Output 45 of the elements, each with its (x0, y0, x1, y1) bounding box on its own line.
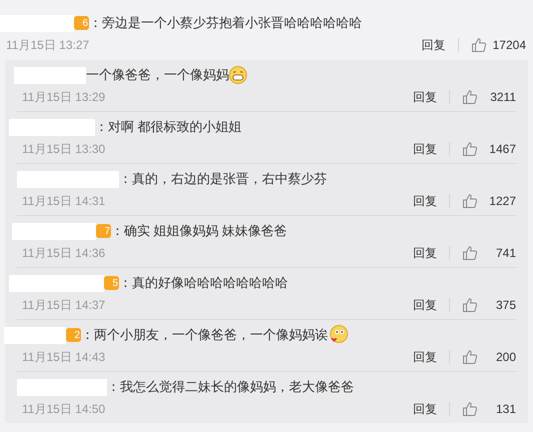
like-count: 200 (494, 349, 516, 366)
comment-text: 一个像爸爸，一个像妈妈 (86, 66, 229, 84)
comment-text: ：真的好像哈哈哈哈哈哈哈哈 (119, 274, 288, 292)
like-count: 3211 (489, 89, 516, 106)
thumbs-up-icon[interactable] (462, 297, 478, 313)
reply-link[interactable]: 回复 (413, 244, 437, 262)
comment-text: ：真的，右边的是张晋，右中蔡少芬 (119, 170, 327, 188)
like-count: 741 (494, 245, 516, 262)
thumbs-up-icon[interactable] (462, 245, 478, 261)
thumbs-up-icon[interactable] (462, 193, 478, 209)
comment-time: 11月15日 14:36 (22, 245, 106, 262)
like-count: 17204 (492, 37, 526, 54)
comment-time: 11月15日 14:31 (22, 193, 106, 210)
comment-text: ：对啊 都很标致的小姐姐 (95, 118, 242, 136)
thumbs-up-icon[interactable] (462, 89, 478, 105)
reply-link[interactable]: 回复 (413, 192, 437, 210)
comment-text: ：我怎么觉得二妹长的像妈妈，老大像爸爸 (107, 378, 354, 396)
level-badge: 6 (74, 16, 89, 30)
thumbs-up-icon[interactable] (462, 349, 478, 365)
comment-text: ：旁边是一个小蔡少芬抱着小张晋哈哈哈哈哈哈 (89, 14, 362, 32)
like-count: 375 (494, 297, 516, 314)
comment-time: 11月15日 13:29 (22, 89, 106, 106)
level-badge: 5 (104, 276, 119, 290)
level-badge: 2 (66, 328, 81, 342)
reply-link[interactable]: 回复 (413, 140, 437, 158)
comment-text: ：两个小朋友，一个像爸爸，一个像妈妈诶 (81, 326, 328, 344)
thumbs-up-icon[interactable] (462, 401, 478, 417)
reply-link[interactable]: 回复 (413, 296, 437, 314)
like-count: 131 (494, 401, 516, 418)
reply-link[interactable]: 回复 (413, 88, 437, 106)
like-count: 1467 (488, 141, 516, 158)
thumbs-up-icon[interactable] (462, 141, 478, 157)
comment-time: 11月15日 13:30 (22, 141, 106, 158)
comment-time: 11月15日 14:37 (22, 297, 106, 314)
thumbs-up-icon[interactable] (470, 37, 487, 53)
reply-link[interactable]: 回复 (422, 36, 446, 54)
comment-text: ：确实 姐姐像妈妈 妹妹像爸爸 (111, 222, 288, 240)
comment-time: 11月15日 14:50 (22, 401, 106, 418)
reply-link[interactable]: 回复 (413, 400, 437, 418)
like-count: 1227 (488, 193, 516, 210)
comment-time: 11月15日 14:43 (22, 349, 106, 366)
comment-time: 11月15日 13:27 (6, 37, 90, 54)
redacted-name-block (4, 326, 66, 344)
level-badge: 7 (96, 224, 111, 238)
reply-link[interactable]: 回复 (413, 348, 437, 366)
